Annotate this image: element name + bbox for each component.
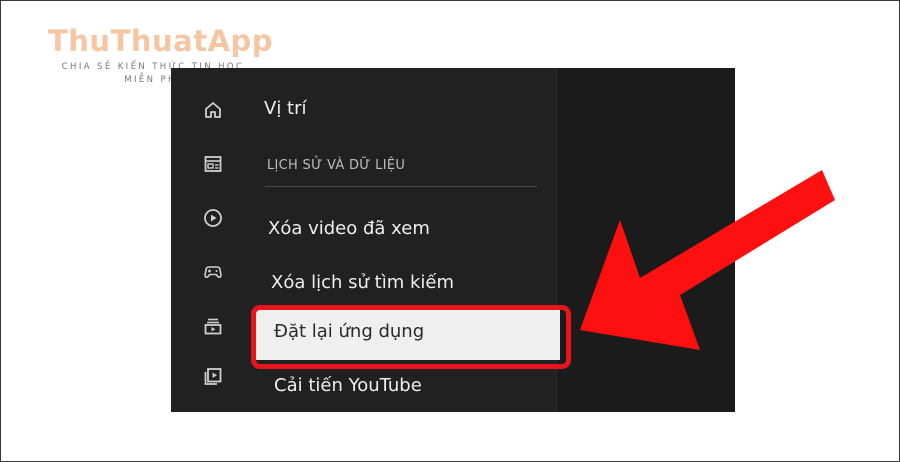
play-icon[interactable] xyxy=(203,208,223,228)
library-icon[interactable] xyxy=(203,316,223,336)
menu-item-clear-watch-history[interactable]: Xóa video đã xem xyxy=(268,218,430,239)
menu-item-clear-search-history[interactable]: Xóa lịch sử tìm kiếm xyxy=(271,272,454,293)
gaming-icon[interactable] xyxy=(203,262,223,282)
red-highlight-box xyxy=(251,305,571,369)
menu-item-improve-youtube[interactable]: Cải tiến YouTube xyxy=(274,375,422,396)
subscriptions-icon[interactable] xyxy=(203,154,223,174)
watermark-title: ThuThuatApp xyxy=(48,24,274,58)
home-icon[interactable] xyxy=(203,100,223,120)
section-divider xyxy=(265,186,537,187)
red-pointer-arrow-icon xyxy=(580,170,835,350)
menu-item-location[interactable]: Vị trí xyxy=(264,98,307,119)
video-library-icon[interactable] xyxy=(203,366,223,386)
section-header-history: LỊCH SỬ VÀ DỮ LIỆU xyxy=(267,158,406,173)
